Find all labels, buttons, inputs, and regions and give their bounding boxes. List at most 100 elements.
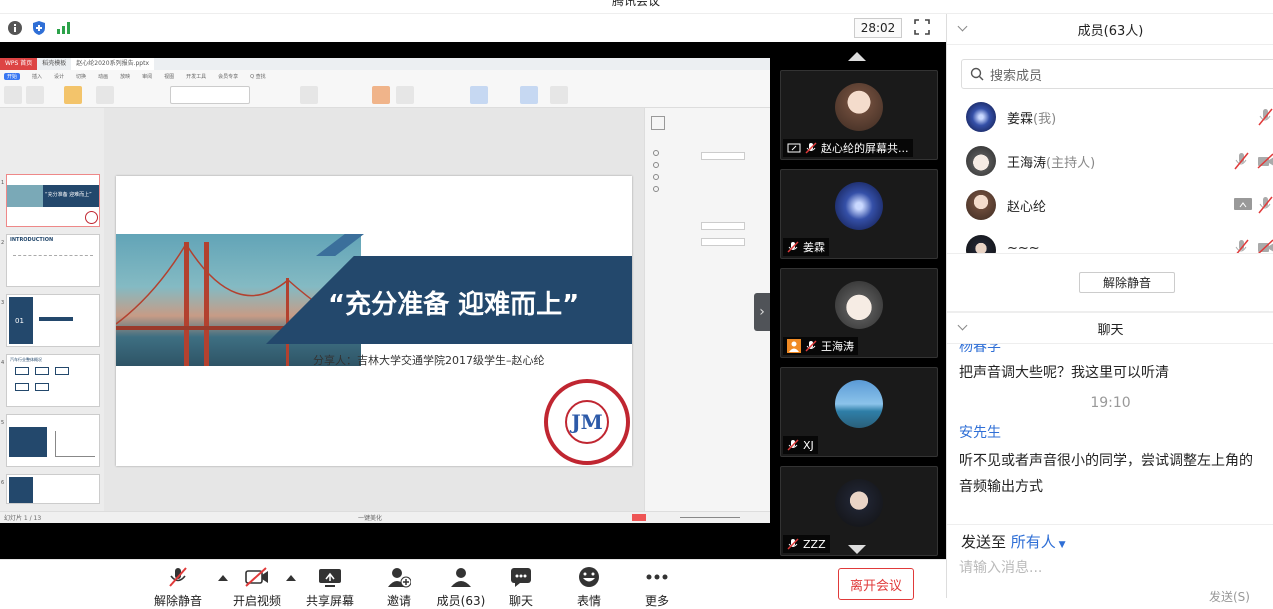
members-header[interactable]: 成员(63人) xyxy=(947,15,1273,45)
video-options-caret[interactable] xyxy=(286,575,296,581)
wps-tab-home[interactable]: WPS 首页 xyxy=(0,58,38,70)
chat-button[interactable]: 聊天 xyxy=(496,566,546,608)
reactions-button[interactable]: 表情 xyxy=(564,566,614,608)
wps-menu-item[interactable]: Q 查找 xyxy=(250,73,266,80)
wps-tab-document[interactable]: 赵心纶2020系列报告.pptx xyxy=(71,58,154,70)
title-bar: 腾讯会议 xyxy=(0,0,1273,14)
video-tile[interactable]: ZZZ xyxy=(780,466,938,556)
ribbon-button[interactable] xyxy=(26,86,44,104)
screen-share-icon[interactable] xyxy=(1233,196,1253,214)
unmute-all-button[interactable]: 解除静音 xyxy=(1079,272,1175,293)
ribbon-button[interactable] xyxy=(300,86,318,104)
wps-menu-item[interactable]: 切换 xyxy=(76,73,86,80)
video-tile[interactable]: 王海涛 xyxy=(780,268,938,358)
video-strip: 赵心纶的屏幕共... 姜霖 王海涛 XJ ZZZ xyxy=(772,42,946,559)
wps-tab-bar: WPS 首页 稻壳模板 赵心纶2020系列报告.pptx xyxy=(0,58,770,70)
slide-thumbnail[interactable]: INTRODUCTION xyxy=(6,234,100,287)
unmute-button[interactable]: 解除静音 xyxy=(153,566,203,608)
wps-menu-item[interactable]: 开发工具 xyxy=(186,73,206,80)
wps-menu-item[interactable]: 会员专享 xyxy=(218,73,238,80)
member-row[interactable]: ~~~ xyxy=(947,227,1273,253)
avatar xyxy=(966,190,996,220)
wps-menu-item[interactable]: 放映 xyxy=(120,73,130,80)
emoji-icon xyxy=(579,567,599,587)
ribbon-button[interactable] xyxy=(396,86,414,104)
mic-muted-icon[interactable] xyxy=(1233,239,1249,253)
ribbon-button[interactable] xyxy=(372,86,390,104)
shared-screen[interactable]: WPS 首页 稻壳模板 赵心纶2020系列报告.pptx 开始 插入 设计 切换… xyxy=(0,58,770,523)
avatar xyxy=(835,281,883,329)
current-slide[interactable]: “充分准备 迎难而上” 分享人：吉林大学交通学院2017级学生–赵心纶 JM xyxy=(116,176,632,466)
wps-tab-templates[interactable]: 稻壳模板 xyxy=(37,58,71,70)
wps-menu-item[interactable]: 视图 xyxy=(164,73,174,80)
slide-thumbnail[interactable]: 汽车行业整体概况 xyxy=(6,354,100,407)
camera-off-icon xyxy=(245,567,268,587)
tile-name: 赵心纶的屏幕共... xyxy=(821,142,909,155)
avatar xyxy=(835,83,883,131)
chat-timestamp: 19:10 xyxy=(1090,395,1131,411)
caret-down-icon[interactable]: ▼ xyxy=(1056,540,1066,550)
video-tile[interactable]: 赵心纶的屏幕共... xyxy=(780,70,938,160)
wps-menu-item[interactable]: 审阅 xyxy=(142,73,152,80)
screen-share-icon xyxy=(787,143,801,153)
slide-thumbnail[interactable] xyxy=(6,474,100,504)
mic-muted-icon[interactable] xyxy=(1233,152,1249,170)
signal-icon[interactable] xyxy=(54,19,72,37)
shield-icon[interactable] xyxy=(30,19,48,37)
camera-off-icon[interactable] xyxy=(1257,153,1273,169)
university-logo: JM xyxy=(544,379,630,465)
slide-thumbnail[interactable]: 01 xyxy=(6,294,100,347)
wps-menu-item[interactable]: 设计 xyxy=(54,73,64,80)
video-tile[interactable]: 姜霖 xyxy=(780,169,938,259)
member-search-input[interactable]: 搜索成员 xyxy=(961,59,1273,89)
chat-sender: 杨春学 xyxy=(959,344,1001,355)
wps-menu-bar: 开始 插入 设计 切换 动画 放映 审阅 视图 开发工具 会员专享 Q 查找 xyxy=(0,70,770,82)
wps-menu-item[interactable]: 插入 xyxy=(32,73,42,80)
chat-header[interactable]: 聊天 xyxy=(947,314,1273,344)
collapse-video-strip-button[interactable]: › xyxy=(754,293,770,331)
camera-off-icon[interactable] xyxy=(1257,239,1273,253)
member-row[interactable]: 赵心纶 xyxy=(947,183,1273,227)
leave-meeting-button[interactable]: 离开会议 xyxy=(838,568,914,600)
wps-status-bar: 幻灯片 1 / 13 一键美化 xyxy=(0,511,770,523)
ribbon-button[interactable] xyxy=(64,86,82,104)
chat-text: 音频输出方式 xyxy=(959,479,1043,495)
fullscreen-icon[interactable] xyxy=(914,19,930,39)
ribbon-button[interactable] xyxy=(4,86,22,104)
send-to-selector[interactable]: 发送至 所有人 ▼ xyxy=(961,531,1066,552)
ribbon-button[interactable] xyxy=(550,86,568,104)
ribbon-button[interactable] xyxy=(96,86,114,104)
member-row[interactable]: 姜霖(我) xyxy=(947,95,1273,139)
more-button[interactable]: 更多 xyxy=(632,566,682,608)
ribbon-button[interactable] xyxy=(520,86,538,104)
members-button[interactable]: 成员(63) xyxy=(436,566,486,608)
invite-button[interactable]: 邀请 xyxy=(374,566,424,608)
tile-name: 王海涛 xyxy=(821,340,854,353)
chevron-down-icon[interactable] xyxy=(957,21,968,32)
mic-muted-icon[interactable] xyxy=(1257,108,1273,126)
mic-muted-icon[interactable] xyxy=(1257,196,1273,214)
video-tile[interactable]: XJ xyxy=(780,367,938,457)
send-button[interactable]: 发送(S) xyxy=(1209,588,1250,605)
host-icon xyxy=(787,339,801,353)
audio-options-caret[interactable] xyxy=(218,575,228,581)
avatar xyxy=(966,102,996,132)
wps-menu-item[interactable]: 开始 xyxy=(4,72,21,80)
share-screen-button[interactable]: 共享屏幕 xyxy=(305,566,355,608)
chevron-down-icon[interactable] xyxy=(957,320,968,331)
mic-muted-icon xyxy=(805,142,817,154)
scroll-down-icon[interactable] xyxy=(848,545,866,554)
wps-menu-item[interactable]: 动画 xyxy=(98,73,108,80)
wps-property-pane xyxy=(644,108,770,514)
info-icon[interactable] xyxy=(6,19,24,37)
scroll-up-icon[interactable] xyxy=(848,52,866,61)
tile-name: ZZZ xyxy=(803,537,826,551)
slide-thumbnail[interactable]: “充分准备 迎难而上” xyxy=(6,174,100,227)
font-select[interactable] xyxy=(170,86,250,104)
slide-thumbnail[interactable] xyxy=(6,414,100,467)
ribbon-button[interactable] xyxy=(470,86,488,104)
side-panel: 成员(63人) 搜索成员 姜霖(我) 王海涛(主持人) 赵心纶 ~~~ 解除静音… xyxy=(946,14,1273,604)
member-row[interactable]: 王海涛(主持人) xyxy=(947,139,1273,183)
start-video-button[interactable]: 开启视频 xyxy=(232,566,282,608)
chat-input[interactable]: 请输入消息... xyxy=(959,557,1042,577)
